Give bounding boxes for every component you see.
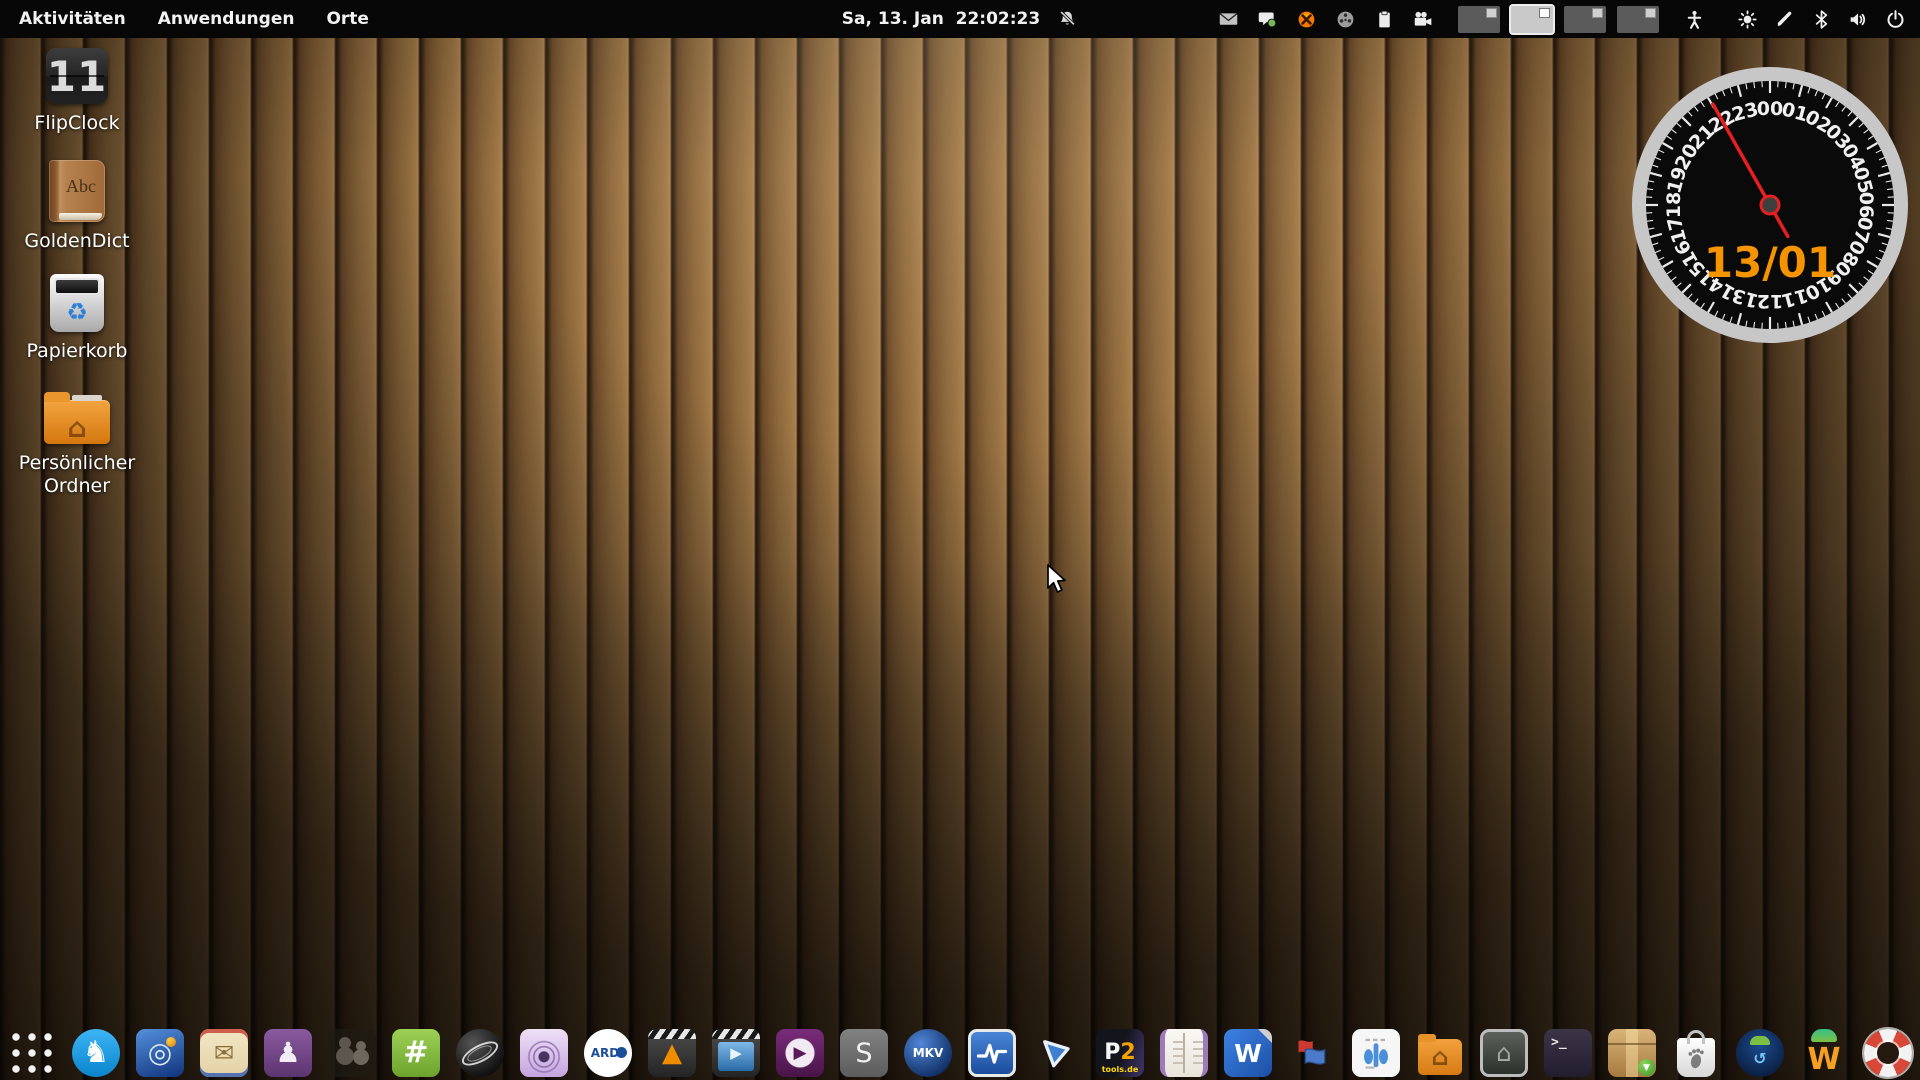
mail-app[interactable]: ✉ (200, 1029, 248, 1077)
workspace-2[interactable] (1511, 6, 1553, 33)
android-sync-app[interactable]: ↺ (1736, 1029, 1784, 1077)
help-app[interactable] (1864, 1029, 1912, 1077)
stats-doc-app[interactable] (1352, 1029, 1400, 1077)
desktop-icon-flipclock[interactable]: 11 FlipClock (10, 48, 144, 135)
mouse-cursor (1046, 564, 1070, 594)
dark-globe-app[interactable] (456, 1029, 504, 1077)
libreoffice-writer[interactable]: W (1224, 1029, 1272, 1077)
workspace-switcher (1458, 6, 1659, 33)
podcast-app[interactable] (520, 1029, 568, 1077)
orange-x-indicator[interactable] (1295, 8, 1317, 30)
flags-app[interactable] (1288, 1029, 1336, 1077)
dock: ♞ ◎ ✉ ♟ # ARD ▲ ▶ ▶ S MKV P2tools.de W ⌂ ⌂ >_ ↺ W (8, 1029, 1912, 1077)
flags-app-icon (1294, 1035, 1330, 1071)
dictionary-book-icon: Abc (49, 160, 105, 222)
desktop-icon-label: Papierkorb (27, 340, 128, 363)
accessibility-menu[interactable] (1683, 8, 1705, 30)
workspace-window-thumb (1539, 8, 1550, 18)
home-folder[interactable]: ⌂ (1416, 1029, 1464, 1077)
stats-doc-app-icon (1358, 1035, 1394, 1071)
house-icon: ⌂ (67, 413, 86, 444)
workspace-1[interactable] (1458, 6, 1500, 33)
home-folder-icon: ⌂ (44, 392, 110, 444)
package-installer[interactable] (1608, 1029, 1656, 1077)
trash-can-icon: ♻ (50, 274, 104, 332)
top-bar: AktivitätenAnwendungenOrte Sa, 13. Jan 2… (0, 0, 1920, 38)
desktop-icon-home-folder[interactable]: ⌂ Persönlicher Ordner (10, 392, 144, 498)
reel-indicator[interactable] (1334, 8, 1356, 30)
clock-menu[interactable]: Sa, 13. Jan 22:02:23 (842, 8, 1078, 30)
analog-clock-widget: 0001020304050607080910111213141516171819… (1625, 60, 1915, 350)
svg-text:13/01: 13/01 (1704, 238, 1836, 287)
clipboard-indicator[interactable] (1373, 8, 1395, 30)
system-tray (1217, 8, 1434, 30)
workspace-window-thumb (1486, 8, 1497, 18)
mail-indicator[interactable] (1217, 8, 1239, 30)
software-store[interactable] (1672, 1029, 1720, 1077)
orbits-app[interactable]: ◎ (136, 1029, 184, 1077)
ard-mediathek[interactable]: ARD (584, 1029, 632, 1077)
night-light-icon[interactable] (1736, 8, 1758, 30)
bluetooth-icon[interactable] (1810, 8, 1832, 30)
contacts-app[interactable] (328, 1029, 376, 1077)
desktop-icon-label: GoldenDict (24, 230, 129, 253)
volume-icon[interactable] (1847, 8, 1869, 30)
menu-aktivitten[interactable]: Aktivitäten (6, 0, 139, 38)
s-app[interactable]: S (840, 1029, 888, 1077)
power-icon[interactable] (1884, 8, 1906, 30)
pdf-tools-app[interactable]: P2tools.de (1096, 1029, 1144, 1077)
waveform-monitor-app-icon (974, 1035, 1010, 1071)
v-player-app[interactable] (1032, 1029, 1080, 1077)
clock-text: Sa, 13. Jan 22:02:23 (842, 9, 1040, 29)
pen-tablet-icon[interactable] (1773, 8, 1795, 30)
movie-player[interactable]: ▶ (712, 1029, 760, 1077)
status-icon-group (1683, 8, 1906, 30)
chat-indicator[interactable] (1256, 8, 1278, 30)
recycle-icon: ♻ (66, 298, 88, 326)
desktop-icon-trash[interactable]: ♻ Papierkorb (10, 274, 144, 363)
topbar-right (1217, 6, 1920, 33)
waydroid[interactable]: W (1800, 1029, 1848, 1077)
notifications-muted-icon (1056, 8, 1078, 30)
flipclock-digits: 11 (47, 52, 107, 101)
workspace-window-thumb (1592, 8, 1603, 18)
desktop-icon-label: FlipClock (34, 112, 119, 135)
desktop-icon-label: Persönlicher Ordner (10, 452, 144, 498)
topbar-menus: AktivitätenAnwendungenOrte (0, 0, 382, 38)
menu-orte[interactable]: Orte (313, 0, 382, 38)
workspace-window-thumb (1645, 8, 1656, 18)
paper-strip (72, 395, 102, 401)
home-terminal-app[interactable]: ⌂ (1480, 1029, 1528, 1077)
software-store-icon (1683, 1045, 1709, 1071)
desktop-icon-goldendict[interactable]: Abc GoldenDict (10, 160, 144, 253)
ebook-reader-app[interactable] (1160, 1029, 1208, 1077)
waveform-monitor-app[interactable] (968, 1029, 1016, 1077)
irc-chat-app[interactable]: # (392, 1029, 440, 1077)
flipclock-icon: 11 (46, 48, 108, 104)
librewolf-browser[interactable]: ♞ (72, 1029, 120, 1077)
v-player-app-icon (1038, 1035, 1074, 1071)
workspace-3[interactable] (1564, 6, 1606, 33)
vlc-player[interactable]: ▲ (648, 1029, 696, 1077)
menu-anwendungen[interactable]: Anwendungen (145, 0, 308, 38)
terminal-app[interactable]: >_ (1544, 1029, 1592, 1077)
workspace-4[interactable] (1617, 6, 1659, 33)
book-cover-text: Abc (66, 176, 96, 197)
camera-indicator[interactable] (1412, 8, 1434, 30)
penguin-app[interactable]: ♟ (264, 1029, 312, 1077)
mpv-player[interactable]: ▶ (776, 1029, 824, 1077)
show-applications-button[interactable] (8, 1029, 56, 1077)
mkvtoolnix[interactable]: MKV (904, 1029, 952, 1077)
